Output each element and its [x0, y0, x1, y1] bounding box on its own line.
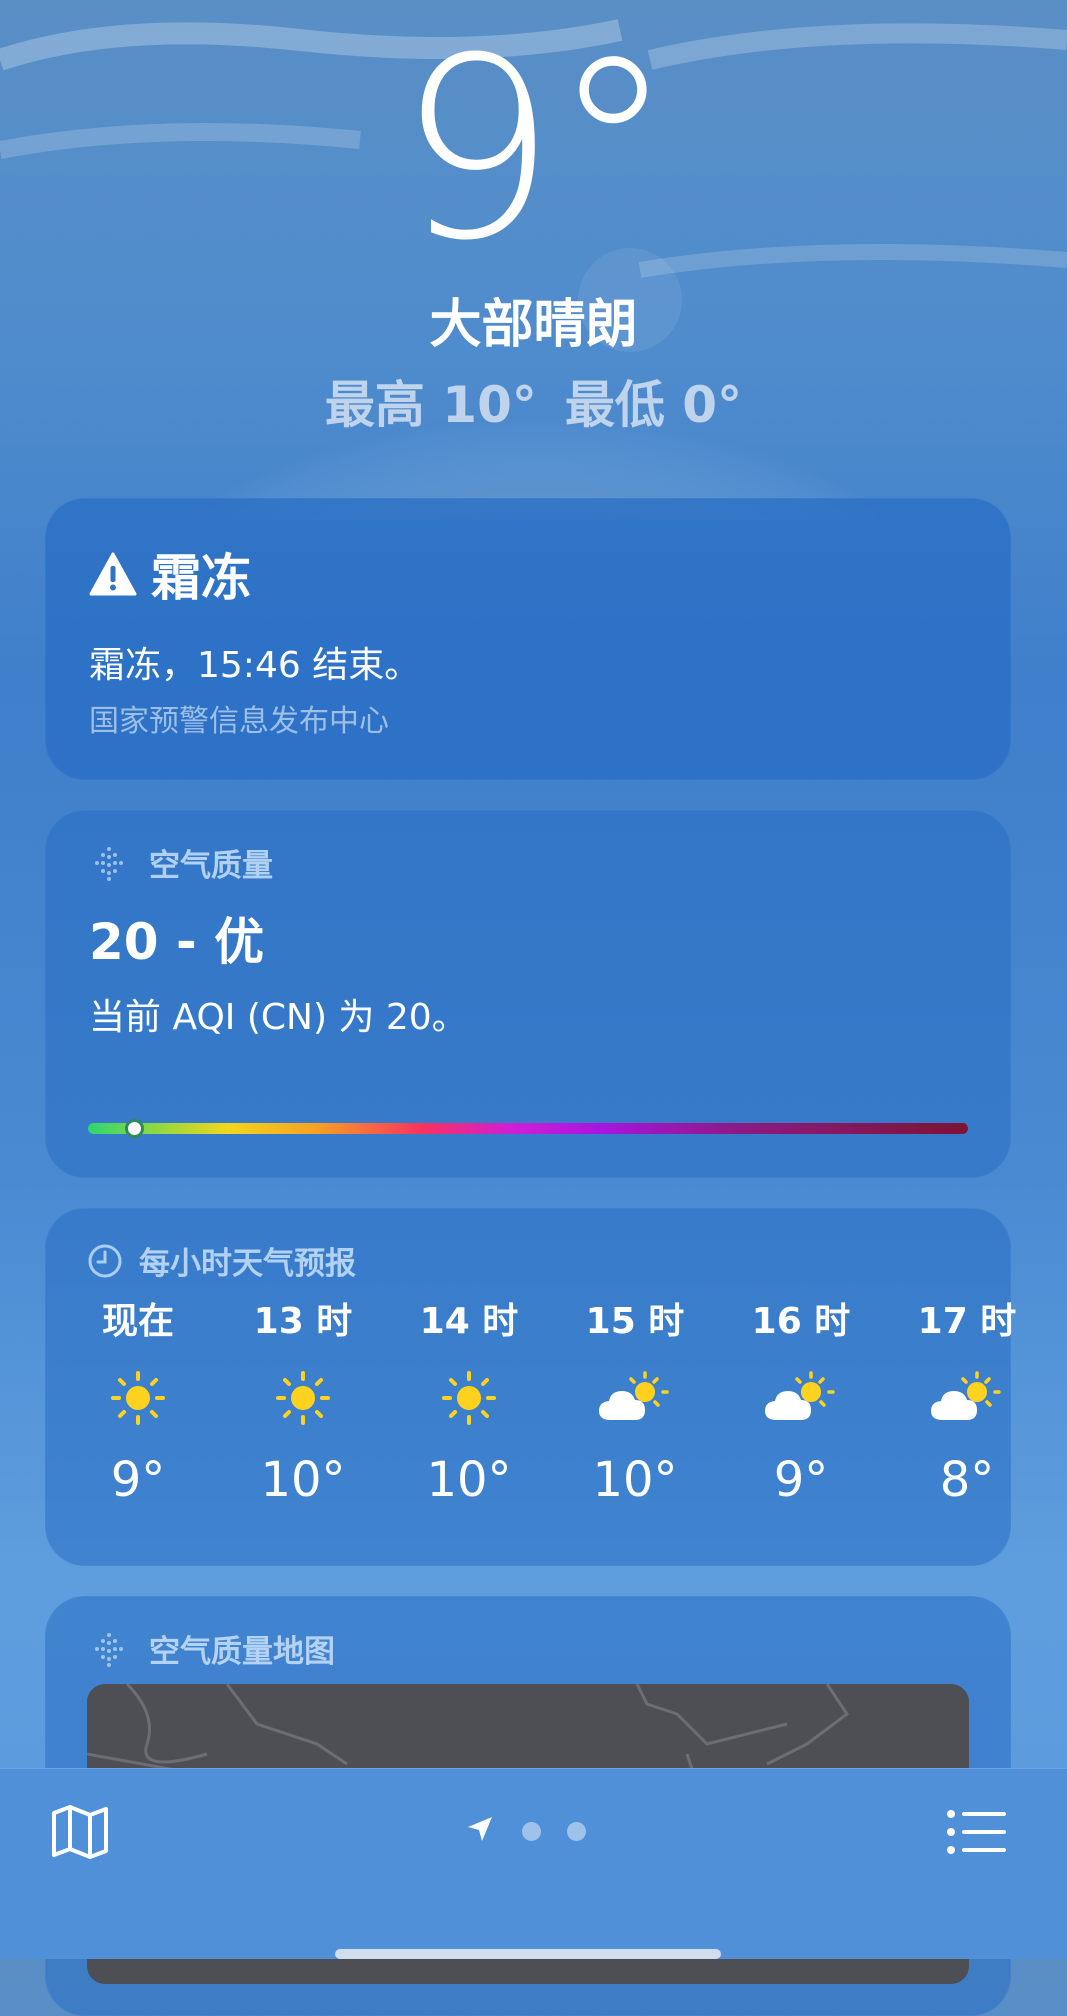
partly-cloudy-icon	[599, 1371, 669, 1420]
hourly-item: 15 时 10°	[570, 1296, 700, 1512]
sun-icon	[111, 1371, 165, 1425]
hour-icon	[73, 1348, 203, 1448]
alert-source: 国家预警信息发布中心	[89, 704, 389, 739]
page-dot[interactable]	[522, 1822, 541, 1841]
dots-icon	[95, 846, 123, 881]
clock-icon	[88, 1244, 122, 1277]
dots-icon	[95, 1632, 123, 1667]
alert-message: 霜冻，15:46 结束。	[89, 645, 421, 686]
page-dot[interactable]	[567, 1822, 586, 1841]
high-temperature: 最高 10°	[324, 376, 537, 434]
partly-cloudy-icon	[931, 1371, 1001, 1420]
hourly-title: 每小时天气预报	[139, 1246, 356, 1282]
sun-icon	[276, 1371, 330, 1425]
partly-cloudy-icon	[765, 1371, 835, 1420]
hour-icon	[570, 1348, 700, 1448]
hour-temperature: 8°	[939, 1452, 995, 1508]
location-arrow-icon[interactable]	[466, 1815, 494, 1843]
hour-label: 17 时	[917, 1301, 1017, 1342]
hour-label: 15 时	[585, 1301, 685, 1342]
hourly-item: 14 时 10°	[404, 1296, 534, 1512]
hour-temperature: 10°	[426, 1452, 512, 1508]
map-icon[interactable]	[50, 1803, 110, 1861]
hour-icon	[902, 1348, 1032, 1448]
high-low-temperature: 最高 10° 最低 0°	[0, 372, 1067, 438]
hourly-forecast-card[interactable]: 每小时天气预报 现在 9° 13 时 10° 14 时 10° 15 时 10° 16 时 9° 1…	[45, 1208, 1016, 1566]
current-temperature: 9°	[397, 4, 675, 295]
hour-icon	[238, 1348, 368, 1448]
hour-temperature: 10°	[592, 1452, 678, 1508]
warning-triangle-icon	[89, 552, 137, 596]
sun-icon	[442, 1371, 496, 1425]
hourly-title-row: 每小时天气预报	[87, 1238, 356, 1283]
list-icon[interactable]	[946, 1807, 1008, 1857]
hour-icon	[736, 1348, 866, 1448]
low-temperature: 最低 0°	[564, 376, 743, 434]
hourly-item: 13 时 10°	[238, 1296, 368, 1512]
air-quality-card[interactable]: 空气质量 20 - 优 当前 AQI (CN) 为 20。	[45, 810, 1011, 1178]
hour-icon	[404, 1348, 534, 1448]
weather-condition: 大部晴朗	[429, 295, 638, 355]
hour-label: 16 时	[751, 1301, 851, 1342]
aqi-description: 当前 AQI (CN) 为 20。	[89, 997, 468, 1038]
aqi-map-title-row: 空气质量地图	[89, 1626, 335, 1671]
hourly-item: 17 时 8°	[902, 1296, 1032, 1512]
aqi-value: 20 - 优	[89, 913, 265, 971]
aqi-indicator	[125, 1119, 145, 1138]
air-quality-title-row: 空气质量	[89, 840, 273, 885]
hourly-item: 现在 9°	[73, 1296, 203, 1512]
hour-label: 现在	[101, 1301, 174, 1342]
hourly-item: 16 时 9°	[736, 1296, 866, 1512]
hour-temperature: 10°	[260, 1452, 346, 1508]
air-quality-title: 空气质量	[149, 848, 273, 884]
hour-temperature: 9°	[773, 1452, 829, 1508]
frost-alert-card[interactable]: 霜冻 霜冻，15:46 结束。 国家预警信息发布中心	[45, 498, 1011, 780]
hour-label: 14 时	[419, 1301, 519, 1342]
aqi-scale-bar	[88, 1119, 968, 1138]
alert-title: 霜冻	[151, 549, 251, 607]
bottom-toolbar	[0, 1768, 1067, 1959]
hour-label: 13 时	[253, 1301, 353, 1342]
aqi-map-title: 空气质量地图	[149, 1634, 335, 1670]
alert-header: 霜冻	[89, 538, 251, 610]
hour-temperature: 9°	[110, 1452, 166, 1508]
